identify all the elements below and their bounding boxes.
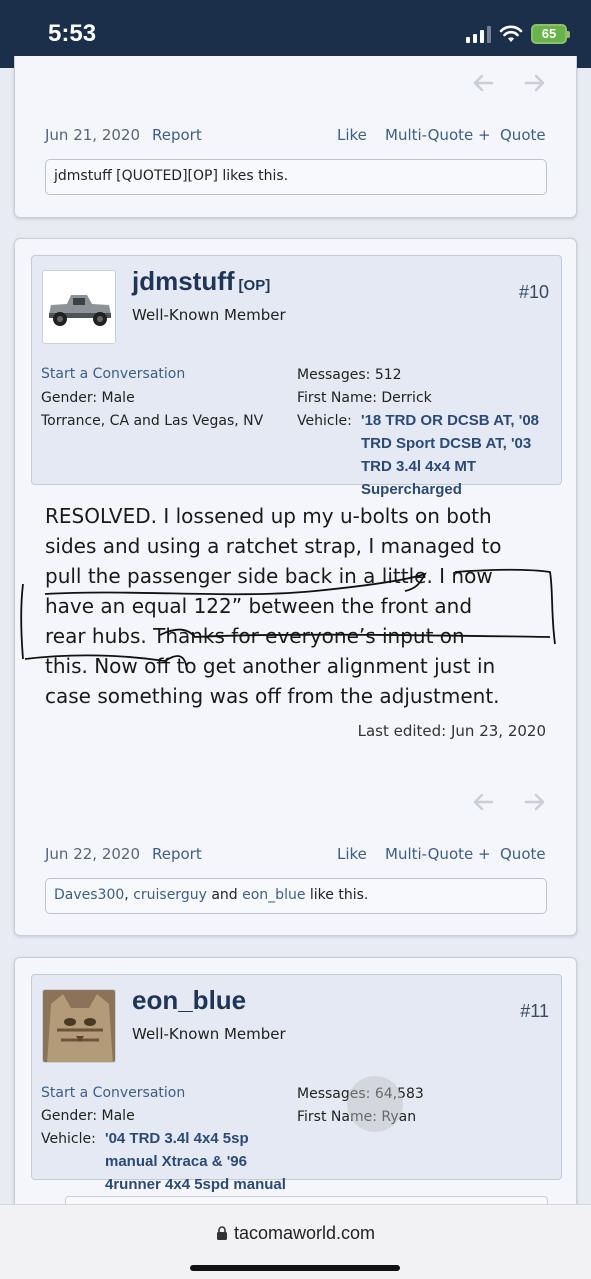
home-indicator[interactable] [190,1265,400,1271]
status-icons: 65 [466,22,570,46]
post-body: RESOLVED. I lossened up my u-bolts on bo… [45,504,502,708]
battery-icon: 65 [531,24,570,44]
user-title: Well-Known Member [132,1025,286,1043]
multi-quote-link[interactable]: Multi-Quote + [385,845,491,863]
location-field: Torrance, CA and Las Vegas, NV [41,413,264,429]
post-card-10: jdmstuff [OP] Well-Known Member #10 Start… [14,238,577,936]
liker-link[interactable]: Daves300 [54,887,124,903]
avatar[interactable] [42,989,116,1063]
post-card-11: eon_blue Well-Known Member #11 Start a C… [14,957,577,1226]
post-number[interactable]: #10 [519,282,549,303]
report-link[interactable]: Report [152,845,202,863]
gender-field: Gender: Male [41,390,135,406]
truck-avatar-image [43,271,115,343]
likes-summary: jdmstuff [QUOTED][OP] likes this. [45,159,547,195]
status-time: 5:53 [48,20,97,47]
cat-avatar-image [43,990,115,1062]
first-name-field: First Name: Derrick [297,390,432,406]
likes-text[interactable]: jdmstuff [QUOTED][OP] likes this. [54,168,288,184]
url-display[interactable]: tacomaworld.com [0,1223,591,1244]
start-conversation-link[interactable]: Start a Conversation [41,1085,185,1101]
lock-icon [216,1226,227,1240]
post-footer: Jun 22, 2020 Report Like Multi-Quote + Q… [45,845,546,865]
like-link[interactable]: Like [337,845,367,863]
post-nav-arrows [472,72,546,94]
gender-field: Gender: Male [41,1108,135,1124]
quote-link[interactable]: Quote [500,126,546,144]
vehicle-label: Vehicle: [41,1131,96,1147]
vehicle-label: Vehicle: [297,413,352,429]
post-footer: Jun 21, 2020 Report Like Multi-Quote + Q… [45,126,546,146]
username[interactable]: eon_blue [132,985,246,1016]
touch-indicator [347,1076,403,1132]
avatar[interactable] [42,270,116,344]
arrow-right-icon[interactable] [524,72,546,94]
liker-link[interactable]: cruiserguy [133,887,207,903]
liker-link[interactable]: eon_blue [242,887,305,903]
browser-address-bar[interactable]: tacomaworld.com [0,1204,591,1279]
start-conversation-link[interactable]: Start a Conversation [41,366,185,382]
arrow-right-icon[interactable] [524,791,546,813]
user-info-block: eon_blue Well-Known Member #11 Start a C… [31,974,562,1193]
wifi-icon [499,25,523,42]
vehicle-value: '04 TRD 3.4l 4x4 5sp manual Xtraca & '96… [105,1130,286,1193]
post-card-previous: Jun 21, 2020 Report Like Multi-Quote + Q… [14,56,577,218]
username[interactable]: jdmstuff [OP] [132,266,270,297]
vehicle-value: '18 TRD OR DCSB AT, '08 TRD Sport DCSB A… [361,412,540,498]
arrow-left-icon[interactable] [472,791,494,813]
post-date: Jun 21, 2020 [45,126,141,144]
messages-field: Messages: 512 [297,367,402,383]
likes-summary: Daves300, cruiserguy and eon_blue like t… [45,878,547,914]
multi-quote-link[interactable]: Multi-Quote + [385,126,491,144]
last-edited: Last edited: Jun 23, 2020 [357,722,546,740]
user-title: Well-Known Member [132,306,286,324]
op-tag: [OP] [238,277,271,294]
user-info-block: jdmstuff [OP] Well-Known Member #10 Start… [31,255,562,498]
cellular-signal-icon [466,25,491,43]
report-link[interactable]: Report [152,126,202,144]
quote-link[interactable]: Quote [500,845,546,863]
url-text[interactable]: tacomaworld.com [234,1223,375,1243]
like-link[interactable]: Like [337,126,367,144]
arrow-left-icon[interactable] [472,72,494,94]
post-date: Jun 22, 2020 [45,845,141,863]
post-number[interactable]: #11 [520,1001,549,1022]
post-nav-arrows [472,791,546,813]
